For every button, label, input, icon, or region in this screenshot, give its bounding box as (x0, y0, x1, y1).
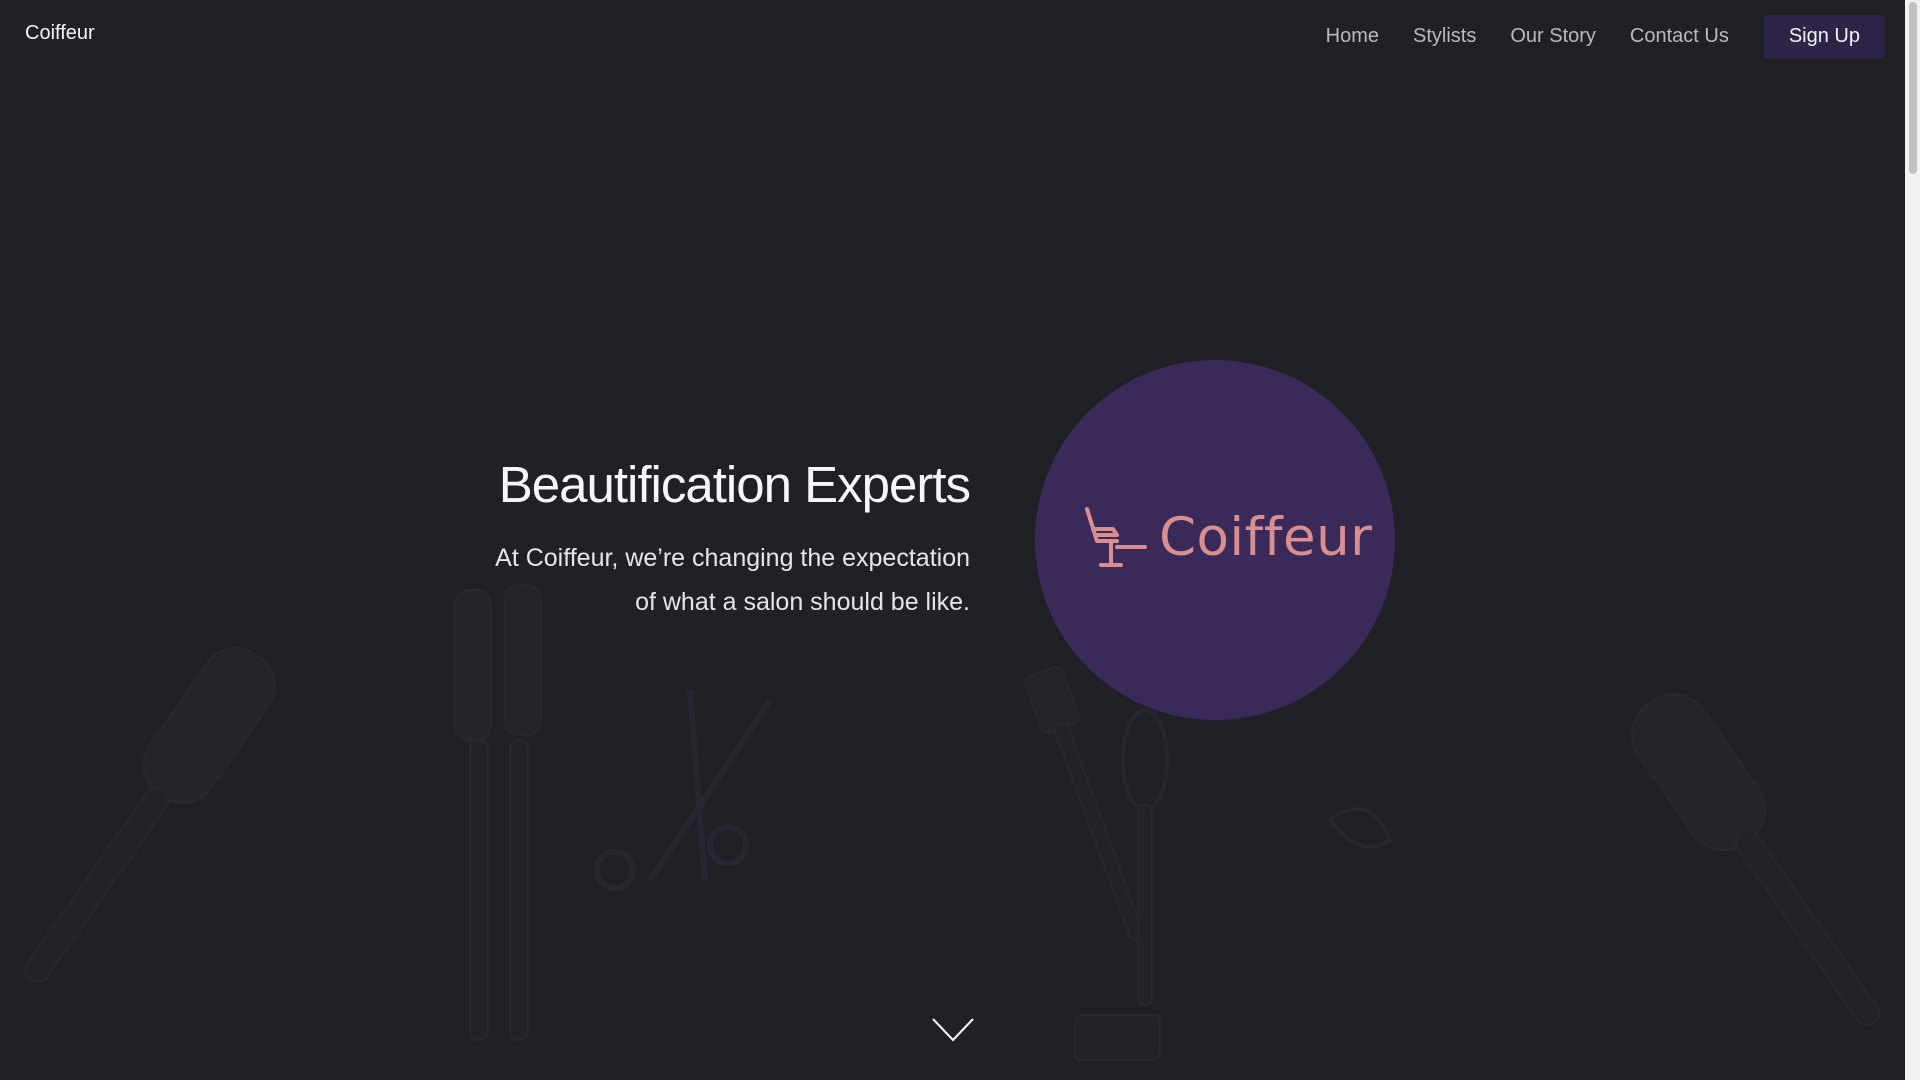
nav-link-contact-us[interactable]: Contact Us (1630, 25, 1729, 48)
landing-page: Coiffeur Home Stylists Our Story Contact… (0, 0, 1920, 1080)
chevron-down-icon[interactable] (932, 1018, 974, 1042)
nav-link-our-story[interactable]: Our Story (1510, 25, 1596, 48)
logo: Coiffeur (1083, 505, 1372, 569)
logo-wordmark: Coiffeur (1159, 506, 1373, 568)
hero-subtitle-line-1: At Coiffeur, we’re changing the expectat… (495, 544, 970, 572)
sign-up-button[interactable]: Sign Up (1763, 15, 1885, 58)
hero-text-block: Beautification Experts At Coiffeur, we’r… (410, 455, 971, 624)
top-navigation: Coiffeur Home Stylists Our Story Contact… (0, 0, 1905, 70)
salon-chair-icon (1085, 507, 1147, 567)
hero-subtitle-line-2: of what a salon should be like. (635, 588, 970, 616)
page-scrollbar[interactable] (1905, 0, 1920, 1080)
nav-link-home[interactable]: Home (1326, 25, 1379, 48)
scrollbar-thumb[interactable] (1909, 2, 1917, 174)
brand-home-link[interactable]: Coiffeur (25, 22, 95, 45)
logo-circle: Coiffeur (1035, 360, 1395, 720)
nav-links: Home Stylists Our Story Contact Us Sign … (1292, 15, 1885, 58)
hero-subtitle: At Coiffeur, we’re changing the expectat… (410, 536, 970, 624)
hero-title: Beautification Experts (498, 456, 971, 513)
nav-link-stylists[interactable]: Stylists (1413, 25, 1476, 48)
